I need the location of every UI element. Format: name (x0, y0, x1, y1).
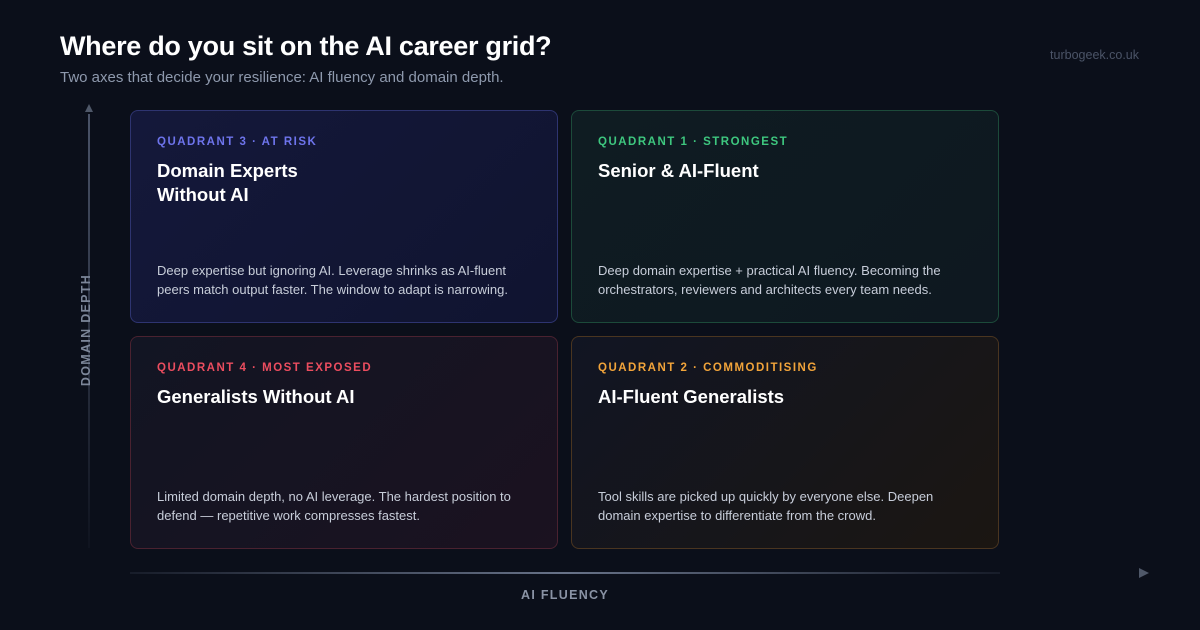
quadrant-1-title: Senior & AI-Fluent (598, 160, 759, 181)
quadrant-1-description: Deep domain expertise + practical AI flu… (598, 263, 941, 297)
quadrant-4-title: Generalists Without AI (157, 386, 355, 407)
quadrant-3-tag: QUADRANT 3 · AT RISK (157, 136, 318, 148)
quadrant-4-card: QUADRANT 4 · MOST EXPOSED Generalists Wi… (130, 336, 558, 549)
y-axis-label: DOMAIN DEPTH (79, 273, 93, 387)
quadrant-1-tag: QUADRANT 1 · STRONGEST (598, 136, 789, 148)
quadrant-3-card: QUADRANT 3 · AT RISK Domain Experts With… (130, 110, 558, 323)
quadrant-2-card: QUADRANT 2 · COMMODITISING AI-Fluent Gen… (571, 336, 999, 549)
quadrant-2-description: Tool skills are picked up quickly by eve… (598, 489, 934, 523)
x-axis-line (130, 572, 1000, 574)
quadrant-2-title: AI-Fluent Generalists (598, 386, 785, 407)
page-title: Where do you sit on the AI career grid? (60, 31, 552, 61)
x-axis-label: AI FLUENCY (521, 588, 609, 602)
brand-domain: turbogeek.co.uk (1050, 48, 1139, 62)
quadrant-4-description: Limited domain depth, no AI leverage. Th… (157, 489, 511, 523)
quadrant-1-card: QUADRANT 1 · STRONGEST Senior & AI-Fluen… (571, 110, 999, 323)
quadrant-4-tag: QUADRANT 4 · MOST EXPOSED (157, 362, 373, 374)
quadrant-3-title: Domain Experts Without AI (157, 160, 298, 205)
arrow-right-icon (1139, 568, 1149, 578)
quadrant-3-description: Deep expertise but ignoring AI. Leverage… (157, 263, 508, 297)
page-subtitle: Two axes that decide your resilience: AI… (60, 69, 504, 86)
arrow-up-icon (85, 104, 93, 112)
quadrant-2-tag: QUADRANT 2 · COMMODITISING (598, 362, 818, 374)
